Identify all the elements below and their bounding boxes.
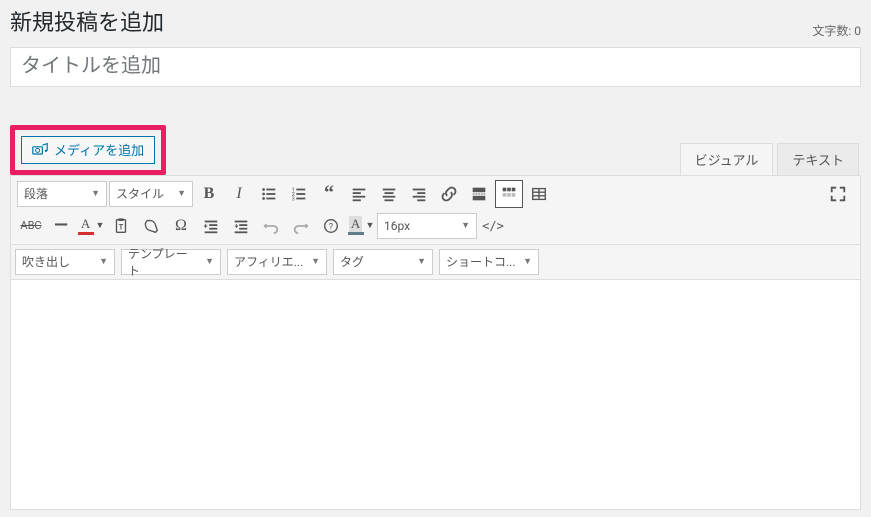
read-more-button[interactable] (465, 180, 493, 208)
page-title: 新規投稿を追加 (10, 10, 164, 39)
chevron-down-icon: ▼ (523, 256, 532, 267)
chevron-down-icon: ▼ (417, 256, 426, 267)
toolbar-toggle-button[interactable] (495, 180, 523, 208)
media-button-highlight: メディアを追加 (10, 125, 166, 175)
chevron-down-icon: ▼ (366, 220, 375, 231)
background-color-button[interactable]: A ▼ (347, 212, 375, 240)
template-dropdown-label: テンプレート (128, 245, 199, 279)
balloon-dropdown-label: 吹き出し (22, 253, 70, 270)
chevron-down-icon: ▼ (96, 220, 105, 231)
redo-button[interactable] (287, 212, 315, 240)
camera-music-icon (32, 142, 48, 158)
style-dropdown[interactable]: スタイル ▼ (109, 181, 193, 207)
chevron-down-icon: ▼ (177, 188, 186, 199)
chevron-down-icon: ▼ (99, 256, 108, 267)
fontsize-dropdown-label: 16px (384, 219, 410, 233)
chevron-down-icon: ▼ (91, 188, 100, 199)
bold-button[interactable]: B (195, 180, 223, 208)
indent-button[interactable] (227, 212, 255, 240)
special-char-button[interactable]: Ω (167, 212, 195, 240)
svg-text:T: T (119, 222, 124, 231)
undo-button[interactable] (257, 212, 285, 240)
tab-visual[interactable]: ビジュアル (680, 143, 774, 175)
shortcode-dropdown[interactable]: ショートコ... ▼ (439, 249, 539, 275)
style-dropdown-label: スタイル (116, 185, 164, 202)
paragraph-dropdown[interactable]: 段落 ▼ (17, 181, 107, 207)
link-button[interactable] (435, 180, 463, 208)
editor-toolbar: 段落 ▼ スタイル ▼ B I 123 “ (10, 175, 861, 245)
fullscreen-button[interactable] (824, 180, 852, 208)
source-code-button[interactable]: </> (479, 212, 507, 240)
strikethrough-button[interactable]: ABC (17, 212, 45, 240)
italic-button[interactable]: I (225, 180, 253, 208)
help-button[interactable]: ? (317, 212, 345, 240)
template-dropdown[interactable]: テンプレート▼ (121, 249, 221, 275)
chevron-down-icon: ▼ (205, 256, 214, 267)
horizontal-rule-button[interactable]: — (47, 212, 75, 240)
paragraph-dropdown-label: 段落 (24, 185, 48, 202)
text-color-button[interactable]: A ▼ (77, 212, 105, 240)
svg-text:?: ? (329, 222, 333, 232)
align-left-button[interactable] (345, 180, 373, 208)
tag-dropdown[interactable]: タグ ▼ (333, 249, 433, 275)
bullet-list-button[interactable] (255, 180, 283, 208)
outdent-button[interactable] (197, 212, 225, 240)
table-button[interactable] (525, 180, 553, 208)
char-count: 文字数: 0 (812, 22, 861, 39)
add-media-button[interactable]: メディアを追加 (21, 136, 155, 164)
chevron-down-icon: ▼ (311, 256, 320, 267)
editor-content-area[interactable] (10, 280, 861, 510)
svg-text:3: 3 (292, 196, 295, 202)
numbered-list-button[interactable]: 123 (285, 180, 313, 208)
shortcode-dropdown-label: ショートコ... (446, 253, 516, 270)
add-media-label: メディアを追加 (54, 140, 144, 159)
align-right-button[interactable] (405, 180, 433, 208)
tab-text[interactable]: テキスト (777, 143, 859, 175)
paste-text-button[interactable]: T (107, 212, 135, 240)
align-center-button[interactable] (375, 180, 403, 208)
chevron-down-icon: ▼ (461, 220, 470, 231)
fontsize-dropdown[interactable]: 16px ▼ (377, 213, 477, 239)
post-title-input[interactable] (10, 47, 861, 87)
affiliate-dropdown[interactable]: アフィリエ... ▼ (227, 249, 327, 275)
affiliate-dropdown-label: アフィリエ... (234, 253, 303, 270)
tag-dropdown-label: タグ (340, 253, 364, 270)
blockquote-button[interactable]: “ (315, 180, 343, 208)
balloon-dropdown[interactable]: 吹き出し ▼ (15, 249, 115, 275)
clear-formatting-button[interactable] (137, 212, 165, 240)
